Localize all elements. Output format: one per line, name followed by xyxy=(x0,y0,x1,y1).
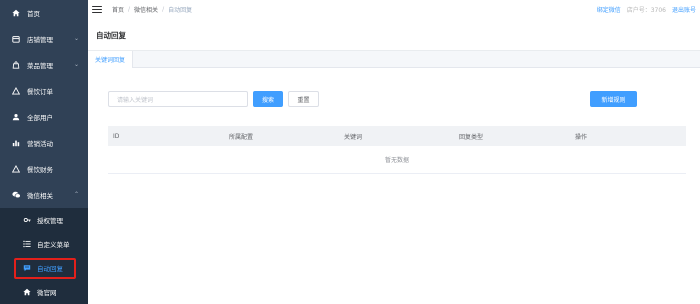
sidebar-item-label: 营销活动 xyxy=(27,140,53,148)
page-title: 自动回复 xyxy=(88,19,700,51)
sidebar-item-users[interactable]: 全部用户 xyxy=(0,104,88,130)
list-icon xyxy=(22,240,32,248)
sidebar-item-shop[interactable]: 店铺管理 ⌄ xyxy=(0,26,88,52)
reset-button[interactable]: 重置 xyxy=(288,91,319,107)
sidebar-item-home[interactable]: 首页 xyxy=(0,0,88,26)
sidebar-subitem-label: 自定义菜单 xyxy=(37,241,70,249)
sidebar-subitem-auto-reply[interactable]: 自动回复 xyxy=(0,256,88,280)
wechat-icon xyxy=(11,190,21,200)
triangle-icon xyxy=(11,164,21,174)
breadcrumb: 首页 / 微信相关 / 自动回复 xyxy=(112,5,192,14)
column-header-actions: 操作 xyxy=(575,133,588,141)
column-header-keyword: 关键词 xyxy=(344,133,363,141)
sidebar-item-marketing[interactable]: 营销活动 xyxy=(0,130,88,156)
column-header-config: 所属配置 xyxy=(229,133,254,141)
triangle-icon xyxy=(11,86,21,96)
table-header: ID 所属配置 关键词 回复类型 操作 xyxy=(108,126,686,146)
topbar: 首页 / 微信相关 / 自动回复 绑定微信 店户号：3706 退出账号 xyxy=(88,0,700,19)
users-icon xyxy=(11,112,21,122)
home-icon xyxy=(22,288,32,296)
sidebar-subitem-micro-site[interactable]: 微官网 xyxy=(0,280,88,304)
column-header-id: ID xyxy=(113,132,120,140)
breadcrumb-separator: / xyxy=(162,6,165,13)
sidebar-item-dishes[interactable]: 菜品管理 ⌄ xyxy=(0,52,88,78)
table-empty-text: 暂无数据 xyxy=(108,146,686,174)
column-header-reply-type: 回复类型 xyxy=(459,133,484,141)
tab-bar: 关键词回复 xyxy=(88,51,700,68)
breadcrumb-item[interactable]: 首页 xyxy=(112,5,124,14)
sidebar-item-wechat[interactable]: 微信相关 ⌃ xyxy=(0,182,88,208)
sidebar-item-label: 店铺管理 xyxy=(27,36,53,44)
sidebar-item-label: 全部用户 xyxy=(27,114,53,122)
sidebar-item-orders[interactable]: 餐饮订单 xyxy=(0,78,88,104)
bind-wechat-link[interactable]: 绑定微信 xyxy=(597,5,621,14)
sidebar-item-label: 微信相关 xyxy=(27,192,53,200)
logout-link[interactable]: 退出账号 xyxy=(672,5,696,14)
sidebar-item-label: 餐饮订单 xyxy=(27,88,53,96)
sidebar-subitem-label: 微官网 xyxy=(37,289,57,297)
sidebar-item-label: 餐饮财务 xyxy=(27,166,53,174)
shop-id-text: 店户号：3706 xyxy=(626,7,666,14)
breadcrumb-separator: / xyxy=(128,6,131,13)
search-button[interactable]: 搜索 xyxy=(253,91,283,107)
sidebar-subitem-label: 自动回复 xyxy=(37,265,63,273)
sidebar-subitem-auth[interactable]: 授权管理 xyxy=(0,208,88,232)
sidebar-item-finance[interactable]: 餐饮财务 xyxy=(0,156,88,182)
sidebar: 首页 店铺管理 ⌄ 菜品管理 ⌄ 餐饮订单 全部用户 营销活动 餐饮财务 微信相… xyxy=(0,0,88,304)
hamburger-icon[interactable] xyxy=(92,5,102,14)
breadcrumb-current: 自动回复 xyxy=(168,7,193,14)
search-input[interactable]: 请输入关键词 xyxy=(108,91,248,107)
chevron-down-icon: ⌄ xyxy=(73,61,79,68)
sidebar-subitem-custom-menu[interactable]: 自定义菜单 xyxy=(0,232,88,256)
breadcrumb-item[interactable]: 微信相关 xyxy=(134,5,158,14)
message-icon xyxy=(22,264,32,272)
tab-keyword-reply[interactable]: 关键词回复 xyxy=(88,51,134,68)
shop-icon xyxy=(11,34,21,44)
chevron-down-icon: ⌄ xyxy=(73,35,79,42)
add-rule-button[interactable]: 新增规则 xyxy=(590,91,637,107)
wechat-submenu: 授权管理 自定义菜单 自动回复 微官网 xyxy=(0,208,88,304)
sidebar-item-label: 首页 xyxy=(27,10,40,18)
sidebar-item-label: 菜品管理 xyxy=(27,62,53,70)
topbar-actions: 绑定微信 店户号：3706 退出账号 xyxy=(597,0,696,19)
chevron-up-icon: ⌃ xyxy=(73,191,79,198)
chart-icon xyxy=(11,138,21,148)
sidebar-subitem-label: 授权管理 xyxy=(37,217,63,225)
auth-icon xyxy=(22,216,32,224)
home-icon xyxy=(11,8,21,18)
bag-icon xyxy=(11,60,21,70)
